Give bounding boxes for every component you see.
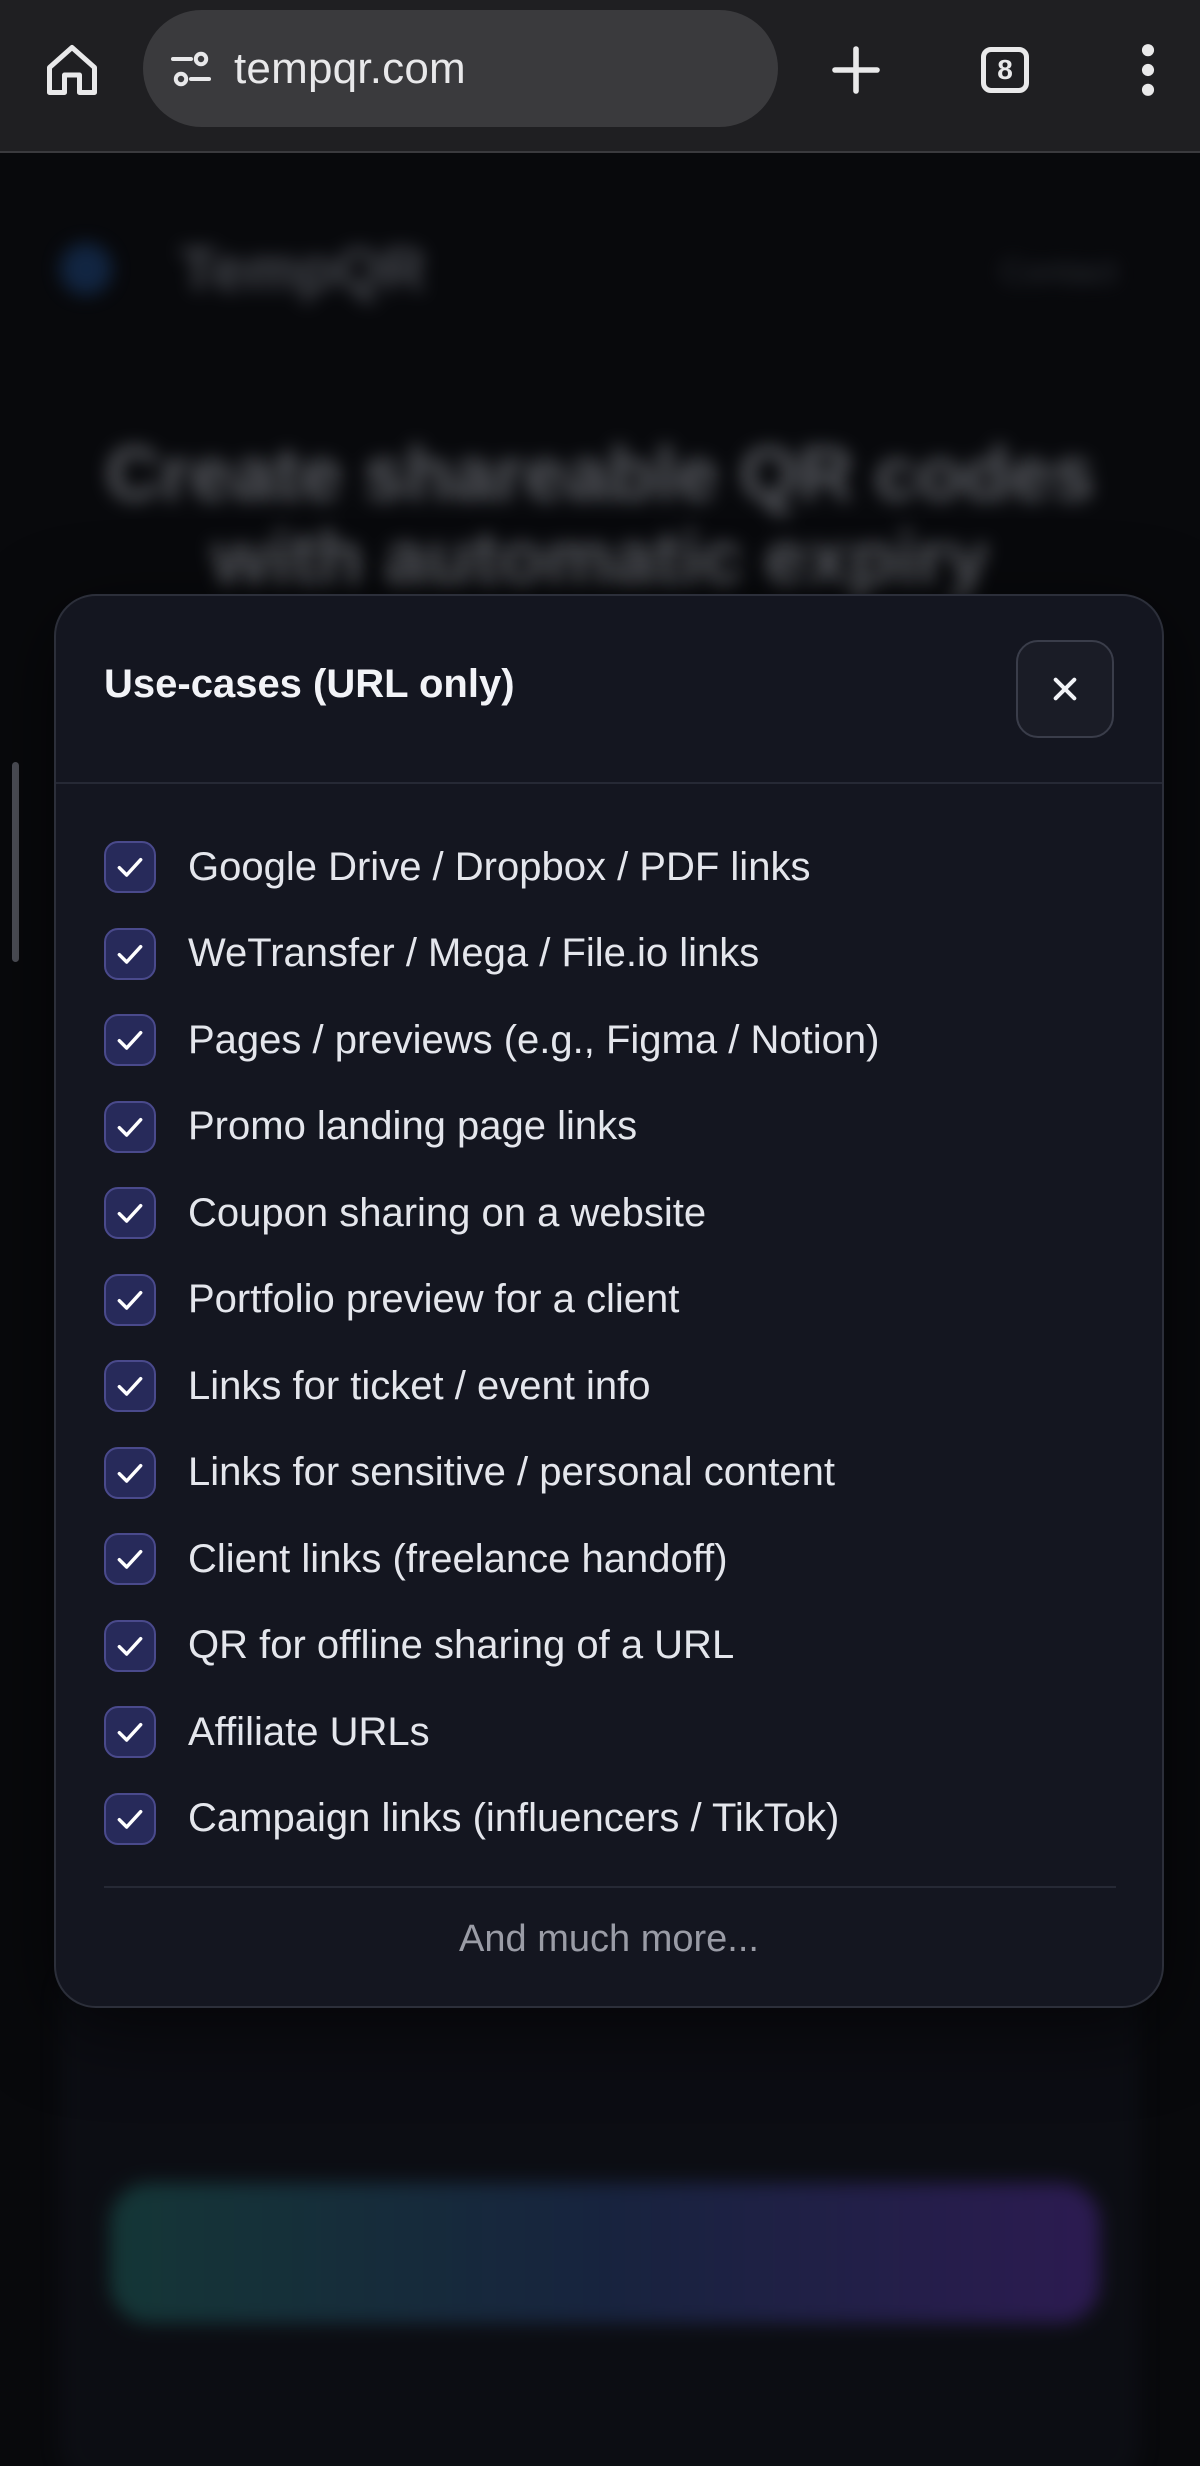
list-item: Links for sensitive / personal content xyxy=(104,1430,1114,1517)
use-case-label: Client links (freelance handoff) xyxy=(188,1536,728,1581)
use-case-label: Affiliate URLs xyxy=(188,1709,430,1754)
tab-switcher-button[interactable]: 8 xyxy=(965,30,1045,110)
address-bar[interactable]: tempqr.com xyxy=(143,10,778,127)
tab-switcher-icon: 8 xyxy=(981,47,1029,93)
more-text: And much more... xyxy=(459,1918,759,1960)
home-icon xyxy=(47,45,97,95)
list-item: Portfolio preview for a client xyxy=(104,1257,1114,1344)
divider xyxy=(104,1886,1116,1888)
use-case-label: Links for ticket / event info xyxy=(188,1363,651,1408)
close-button[interactable] xyxy=(1016,640,1114,738)
check-icon xyxy=(104,1360,156,1413)
use-cases-modal: Use-cases (URL only) Google Drive / Drop… xyxy=(54,594,1164,2008)
use-case-label: Promo landing page links xyxy=(188,1104,638,1149)
check-icon xyxy=(104,1187,156,1240)
browser-toolbar: tempqr.com 8 xyxy=(0,0,1200,153)
modal-title: Use-cases (URL only) xyxy=(104,662,515,706)
primary-cta-button xyxy=(110,2183,1100,2323)
hero-title: Create shareable QR codes with automatic… xyxy=(105,432,1095,601)
header-link: Contact xyxy=(1000,253,1118,291)
use-case-label: WeTransfer / Mega / File.io links xyxy=(188,931,760,976)
list-item: Coupon sharing on a website xyxy=(104,1170,1114,1257)
use-case-label: Coupon sharing on a website xyxy=(188,1190,707,1235)
check-icon xyxy=(104,1014,156,1067)
browser-menu-button[interactable] xyxy=(1108,30,1188,110)
home-button[interactable] xyxy=(32,30,112,110)
tab-count: 8 xyxy=(997,54,1013,85)
check-icon xyxy=(104,841,156,894)
check-icon xyxy=(104,927,156,980)
check-icon xyxy=(104,1533,156,1586)
scrollbar-thumb[interactable] xyxy=(12,762,19,962)
list-item: Pages / previews (e.g., Figma / Notion) xyxy=(104,997,1114,1084)
use-case-label: QR for offline sharing of a URL xyxy=(188,1623,735,1668)
close-icon xyxy=(1053,677,1077,701)
list-item: Google Drive / Dropbox / PDF links xyxy=(104,824,1114,911)
new-tab-button[interactable] xyxy=(816,30,896,110)
modal-header: Use-cases (URL only) xyxy=(56,596,1162,784)
list-item: QR for offline sharing of a URL xyxy=(104,1603,1114,1690)
site-settings-icon[interactable] xyxy=(166,44,216,94)
more-vert-icon xyxy=(1141,44,1155,96)
check-icon xyxy=(104,1273,156,1326)
plus-icon xyxy=(832,46,880,94)
check-icon xyxy=(104,1446,156,1499)
check-icon xyxy=(104,1619,156,1672)
check-icon xyxy=(104,1792,156,1845)
use-case-label: Links for sensitive / personal content xyxy=(188,1450,836,1495)
list-item: WeTransfer / Mega / File.io links xyxy=(104,911,1114,998)
url-text[interactable]: tempqr.com xyxy=(234,44,466,94)
list-item: Client links (freelance handoff) xyxy=(104,1516,1114,1603)
list-item: Links for ticket / event info xyxy=(104,1343,1114,1430)
use-case-label: Pages / previews (e.g., Figma / Notion) xyxy=(188,1017,880,1062)
list-item: Promo landing page links xyxy=(104,1084,1114,1171)
use-case-label: Portfolio preview for a client xyxy=(188,1277,680,1322)
check-icon xyxy=(104,1706,156,1759)
list-item: Campaign links (influencers / TikTok) xyxy=(104,1776,1114,1863)
list-item: Affiliate URLs xyxy=(104,1689,1114,1776)
use-case-label: Campaign links (influencers / TikTok) xyxy=(188,1796,840,1841)
use-case-list: Google Drive / Dropbox / PDF links WeTra… xyxy=(104,824,1114,1862)
use-case-label: Google Drive / Dropbox / PDF links xyxy=(188,844,811,889)
brand-name: TempQR xyxy=(180,236,426,303)
check-icon xyxy=(104,1100,156,1153)
brand-logo xyxy=(60,243,112,295)
